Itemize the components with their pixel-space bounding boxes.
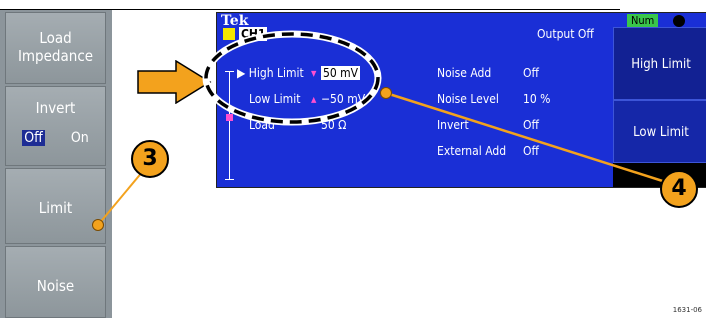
leader-line-4 — [385, 91, 673, 186]
leader-dot-3 — [92, 219, 104, 231]
callout-4: 4 — [660, 170, 698, 208]
figure-id: 1631-06 — [672, 306, 702, 314]
annotation-overlay — [97, 30, 673, 226]
callout-3: 3 — [131, 140, 169, 178]
leader-dot-4 — [380, 87, 392, 99]
